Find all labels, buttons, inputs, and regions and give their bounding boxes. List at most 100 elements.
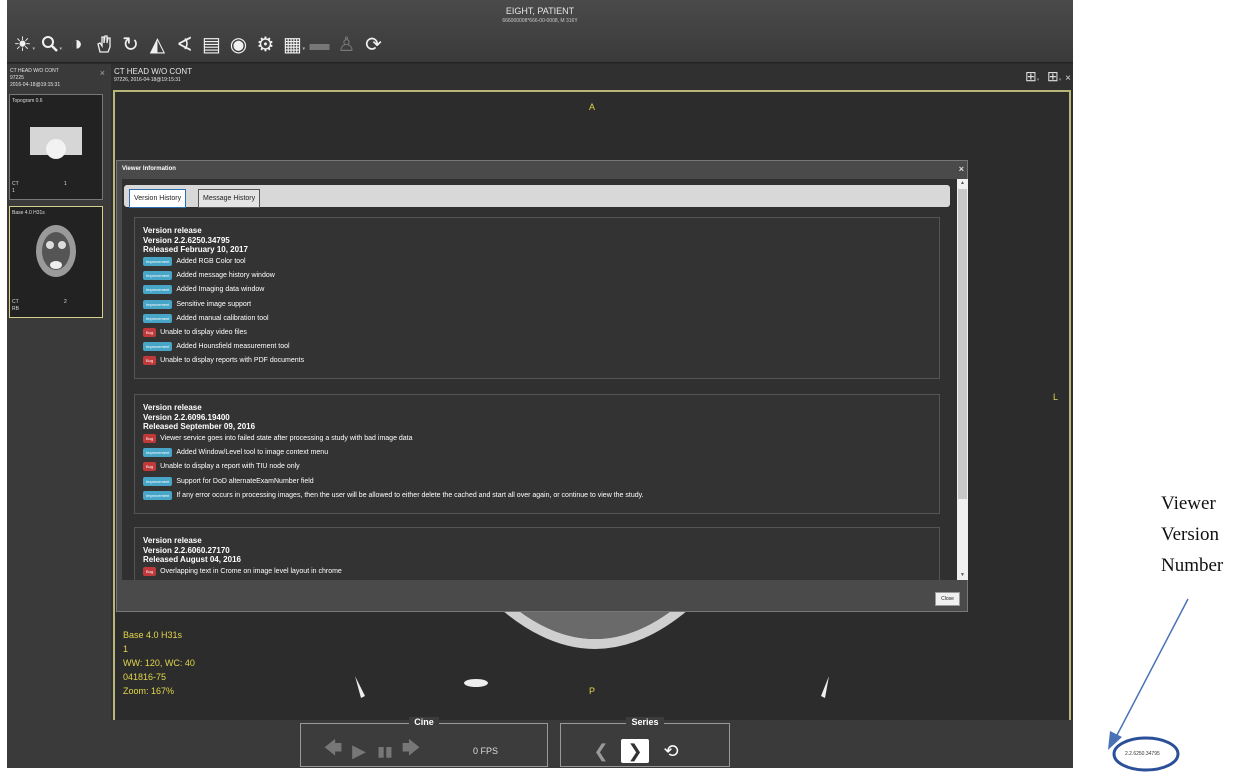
dialog-close-icon[interactable]: ×: [959, 161, 964, 178]
prev-frame-icon[interactable]: 🡄: [319, 738, 347, 763]
thumb-number: 1: [12, 188, 15, 194]
bug-badge: Bug: [143, 567, 157, 577]
thumb-title: Topogram 0.6: [12, 98, 43, 104]
thumb-modality: CT: [12, 299, 19, 305]
cine-label: Cine: [409, 717, 439, 727]
cine-controls: Cine 🡄 ▶ ▮▮ 🡆 0 FPS: [300, 717, 548, 767]
sun-icon[interactable]: ☀ ▾: [9, 31, 36, 57]
close-button[interactable]: Close: [935, 592, 960, 606]
info-image-number: 1: [123, 644, 129, 654]
release-item: Improvement Added Imaging data window: [143, 283, 931, 297]
release-item: Bug Unable to display video files: [143, 325, 931, 339]
improvement-badge: Improvement: [143, 285, 173, 295]
release-heading: Version release: [143, 536, 202, 545]
angle-icon[interactable]: ∢: [171, 31, 198, 57]
release-version: Version 2.2.6060.27170: [143, 545, 230, 555]
next-frame-icon[interactable]: 🡆: [397, 738, 425, 763]
release-item: Bug Unable to display reports with PDF do…: [143, 354, 931, 368]
hand-icon[interactable]: [90, 31, 117, 57]
thumb-title: Base 4.0 H31s: [12, 210, 45, 216]
series-label: Series: [626, 717, 664, 727]
dialog-scrollbar[interactable]: ▲ ▼: [957, 179, 968, 580]
improvement-badge: Improvement: [143, 313, 173, 323]
rotate-icon[interactable]: ↻: [117, 31, 144, 57]
bug-badge: Bug: [143, 328, 157, 338]
ct-artifact-right: [821, 676, 829, 698]
dialog-body: Version History Message History Version …: [122, 179, 968, 580]
layout-grid-2-icon[interactable]: ⊞: [1047, 68, 1059, 84]
info-series: Base 4.0 H31s: [123, 630, 183, 640]
info-accession: 041816-75: [123, 672, 167, 682]
release-heading: Version release: [143, 403, 202, 412]
orientation-right: L: [1053, 392, 1059, 402]
annotation-line-3: Number: [1161, 555, 1224, 576]
patient-id: 666000008*666-00-0008, M 316Y: [502, 18, 578, 24]
release-date: Released August 04, 2016: [143, 555, 241, 564]
magnifier-icon[interactable]: ▾: [36, 31, 63, 57]
tab-version-history[interactable]: Version History: [129, 189, 187, 208]
study-title: CT HEAD W/O CONT: [10, 68, 59, 74]
improvement-badge: Improvement: [143, 271, 173, 281]
play-icon[interactable]: ▶: [345, 739, 373, 763]
item-text: Support for DoD alternateExamNumber fiel…: [176, 477, 314, 485]
reset-icon[interactable]: ⟳: [360, 31, 387, 57]
scroll-down-icon[interactable]: ▼: [957, 571, 968, 580]
prev-series-icon[interactable]: ❮: [587, 739, 615, 763]
series-controls: Series ❮ ❯ ⟲: [560, 717, 730, 767]
release-block-2: Version release Version 2.2.6096.19400 R…: [134, 394, 940, 514]
item-text: Added RGB Color tool: [176, 258, 246, 266]
annotation-callout: Viewer Version Number: [1161, 488, 1223, 581]
image-info-overlay: Base 4.0 H31s 1 WW: 120, WC: 40 041816-7…: [123, 628, 195, 698]
orientation-bottom: P: [589, 686, 596, 696]
next-series-icon[interactable]: ❯: [621, 739, 649, 763]
layout-grid-icon[interactable]: ⊞: [1025, 68, 1037, 84]
chevron-down-icon[interactable]: ▾: [1059, 77, 1062, 83]
loop-series-icon[interactable]: ⟲: [657, 739, 685, 763]
annotation-line-1: Viewer: [1161, 493, 1216, 514]
viewer-subtitle: 97226, 2016-04-18@19:15:31: [114, 77, 181, 83]
study-id: 97225: [10, 75, 24, 81]
bug-badge: Bug: [143, 434, 157, 444]
item-text: Unable to display reports with PDF docum…: [160, 357, 305, 365]
ct-head-thumb-image: [36, 225, 76, 277]
document-icon[interactable]: ▤: [198, 31, 225, 57]
contrast-icon[interactable]: ◑: [63, 31, 90, 57]
person-icon[interactable]: ♙: [333, 31, 360, 57]
close-study-icon[interactable]: ×: [100, 69, 105, 78]
scroll-up-icon[interactable]: ▲: [957, 179, 968, 188]
series-thumb-1[interactable]: Topogram 0.6 CT 1 1: [9, 94, 103, 200]
item-text: Unable to display a report with TIU node…: [160, 463, 300, 471]
pause-icon[interactable]: ▮▮: [371, 739, 399, 763]
thumb-modality: CT: [12, 181, 19, 187]
release-block-1: Version release Version 2.2.6250.34795 R…: [134, 217, 940, 379]
release-item: Improvement Added RGB Color tool: [143, 255, 931, 269]
series-thumb-2[interactable]: Base 4.0 H31s CT 2 RB: [9, 206, 103, 318]
ruler-icon[interactable]: ◭: [144, 31, 171, 57]
bug-badge: Bug: [143, 462, 157, 472]
chevron-down-icon[interactable]: ▾: [1037, 77, 1040, 83]
study-date: 2016-04-18@19:15:31: [10, 82, 61, 88]
scroll-thumb[interactable]: [958, 189, 967, 499]
improvement-badge: Improvement: [143, 257, 173, 267]
topogram-image: [30, 127, 82, 159]
improvement-badge: Improvement: [143, 490, 173, 500]
release-item: Improvement Support for DoD alternateExam…: [143, 474, 931, 488]
improvement-badge: Improvement: [143, 342, 173, 352]
tab-bar: Version History Message History: [124, 185, 950, 208]
release-item: Bug Overlapping text in Crome on image le…: [143, 565, 931, 579]
item-text: Viewer service goes into failed state af…: [160, 435, 413, 443]
top-bar: EIGHT, PATIENT 666000008*666-00-0008, M …: [7, 0, 1073, 63]
dialog-title: Viewer Information: [122, 166, 176, 172]
grid-icon[interactable]: ▦ ▾: [279, 31, 306, 57]
item-text: Unable to display video files: [160, 329, 247, 337]
eye-icon[interactable]: ◉: [225, 31, 252, 57]
tab-message-history[interactable]: Message History: [198, 189, 261, 208]
item-text: If any error occurs in processing images…: [176, 491, 644, 499]
annotation-arrow: [1108, 598, 1189, 772]
item-text: Overlapping text in Crome on image level…: [160, 568, 342, 576]
release-item: Improvement If any error occurs in proces…: [143, 488, 931, 502]
viewer-title: CT HEAD W/O CONT: [114, 67, 193, 76]
close-viewer-icon[interactable]: ×: [1065, 73, 1071, 84]
line-icon[interactable]: ▬: [306, 31, 333, 57]
gear-icon[interactable]: ⚙: [252, 31, 279, 57]
